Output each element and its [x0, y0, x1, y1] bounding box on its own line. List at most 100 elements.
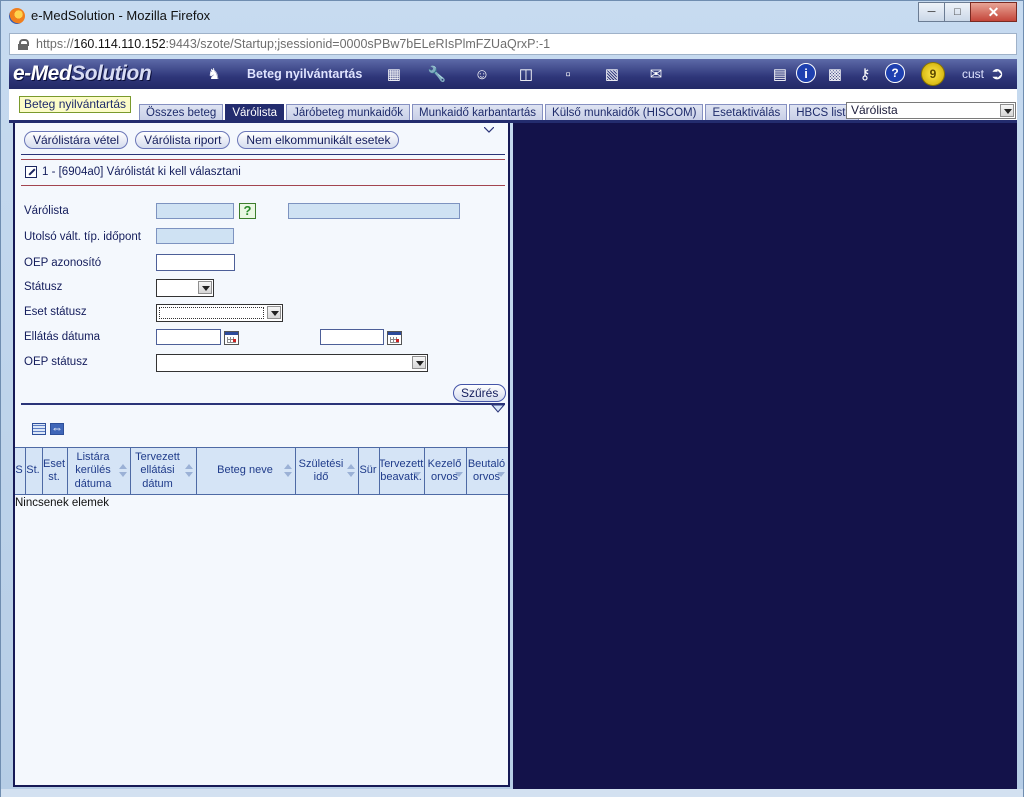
status-select[interactable]: [156, 279, 214, 297]
org-chart-icon[interactable]: ▧: [601, 63, 623, 85]
oep-status-label: OEP státusz: [24, 356, 88, 368]
view-select-value: Várólista: [851, 103, 898, 117]
divider: [21, 159, 505, 160]
case-status-label: Eset státusz: [24, 306, 87, 318]
take-onto-list-button[interactable]: Várólistára vétel: [24, 131, 129, 149]
sort-icon: [347, 464, 356, 478]
sort-icon: [284, 464, 293, 478]
door-icon[interactable]: ◫: [515, 63, 537, 85]
grid-header: S St. Eset st. Listára kerülés dátuma Te…: [15, 447, 508, 495]
expand-columns-icon[interactable]: [50, 421, 64, 435]
col-header-referring-doctor[interactable]: Beutaló orvos: [467, 448, 508, 494]
window-title: e-MedSolution - Mozilla Firefox: [31, 8, 211, 23]
varolista-name-field[interactable]: [288, 203, 460, 219]
divider: [21, 403, 505, 405]
varolista-lookup-button[interactable]: ?: [239, 203, 256, 219]
table-view-icon[interactable]: [32, 423, 46, 435]
title-bar: e-MedSolution - Mozilla Firefox ─ □ ✕: [1, 1, 1023, 31]
last-change-label: Utolsó vált. típ. időpont: [24, 231, 141, 243]
filter-button[interactable]: Szűrés: [453, 384, 507, 402]
col-header-treating-doctor[interactable]: Kezelő orvos: [425, 448, 467, 494]
window-controls: ─ □ ✕: [918, 2, 1017, 22]
help-icon[interactable]: ?: [885, 63, 905, 83]
sort-icon: [119, 464, 128, 478]
message-row: 1 - [6904a0] Várólistát ki kell választa…: [25, 166, 241, 178]
calendar-icon[interactable]: [224, 331, 239, 345]
minimize-button[interactable]: ─: [918, 2, 945, 22]
divider: [21, 185, 505, 186]
url-path: :9443/szote/Startup;jsessionid=0000sPBw7…: [165, 37, 551, 51]
tab-munkaido-karbantartas[interactable]: Munkaidő karbantartás: [412, 104, 544, 121]
maximize-button[interactable]: □: [944, 2, 971, 22]
col-header-st[interactable]: St.: [26, 448, 43, 494]
action-buttons: Várólistára vétel Várólista riport Nem e…: [24, 131, 406, 149]
logout-icon[interactable]: ➲: [986, 63, 1008, 85]
collapse-icon[interactable]: [484, 127, 494, 133]
chevron-down-icon[interactable]: [491, 404, 505, 414]
computer-icon[interactable]: ▩: [824, 63, 846, 85]
building-icon[interactable]: ▦: [383, 63, 405, 85]
view-select[interactable]: Várólista: [846, 102, 1016, 119]
wrench-icon[interactable]: 🔧: [426, 63, 448, 85]
detail-panel: [513, 123, 1017, 789]
care-date-to-field[interactable]: [320, 329, 384, 345]
list-report-button[interactable]: Várólista riport: [135, 131, 231, 149]
oep-id-label: OEP azonosító: [24, 257, 102, 269]
module-title: Beteg nyilvántartás: [19, 96, 132, 113]
col-header-list-date[interactable]: Listára kerülés dátuma: [68, 448, 131, 494]
divider: [21, 154, 505, 155]
close-button[interactable]: ✕: [970, 2, 1017, 22]
col-header-planned-date-label: Tervezett ellátási dátum: [135, 450, 180, 490]
oep-id-field[interactable]: [156, 254, 235, 271]
col-header-patient-name[interactable]: Beteg neve: [197, 448, 296, 494]
filter-panel: Várólistára vétel Várólista riport Nem e…: [13, 123, 510, 787]
col-header-planned-date[interactable]: Tervezett ellátási dátum: [131, 448, 197, 494]
url-host: 160.114.110.152: [73, 37, 166, 51]
varolista-code-field[interactable]: [156, 203, 234, 219]
col-header-list-date-label: Listára kerülés dátuma: [74, 450, 112, 490]
tab-osszes-beteg[interactable]: Összes beteg: [139, 104, 224, 121]
last-change-field[interactable]: [156, 228, 234, 244]
sort-icon: [413, 464, 422, 478]
col-header-birth-date[interactable]: Születési idő: [296, 448, 359, 494]
chevron-down-icon: [1000, 104, 1014, 117]
info-icon[interactable]: i: [796, 63, 816, 83]
col-header-birth-date-label: Születési idő: [298, 457, 344, 484]
care-date-label: Ellátás dátuma: [24, 331, 101, 343]
col-header-planned-intervention[interactable]: Tervezett beavatk.: [380, 448, 425, 494]
browser-window: e-MedSolution - Mozilla Firefox ─ □ ✕ ht…: [0, 0, 1024, 797]
varolista-label: Várólista: [24, 205, 69, 217]
pdf-icon[interactable]: ▫: [557, 63, 579, 85]
staff-icon[interactable]: ☺: [471, 63, 493, 85]
sort-icon: [455, 464, 464, 478]
care-date-from-field[interactable]: [156, 329, 221, 345]
grid-empty-message: Nincsenek elemek: [15, 497, 109, 509]
tab-kulso-munkaidok[interactable]: Külső munkaidők (HISCOM): [545, 104, 704, 121]
user-badge[interactable]: 9: [921, 62, 945, 86]
not-communicated-button[interactable]: Nem elkommunikált esetek: [237, 131, 400, 149]
chevron-down-icon: [267, 306, 281, 319]
tab-jarobeteg-munkaidok[interactable]: Járóbeteg munkaidők: [286, 104, 411, 121]
calendar-icon[interactable]: [387, 331, 402, 345]
sort-icon: [497, 464, 506, 478]
address-bar[interactable]: https:// 160.114.110.152 :9443/szote/Sta…: [9, 33, 1017, 55]
col-header-case-status[interactable]: Eset st.: [43, 448, 68, 494]
oep-status-select[interactable]: [156, 354, 428, 372]
edit-icon[interactable]: [25, 166, 37, 178]
sort-icon: [185, 464, 194, 478]
patient-icon[interactable]: ♞: [203, 63, 225, 85]
mail-icon[interactable]: ✉: [645, 63, 667, 85]
app-header: e-MedSolution ♞ Beteg nyilvántartás ▦ 🔧 …: [9, 59, 1017, 89]
key-icon[interactable]: ⚷: [854, 63, 876, 85]
message-text: 1 - [6904a0] Várólistát ki kell választa…: [42, 166, 241, 178]
chevron-down-icon: [412, 356, 426, 369]
document-icon[interactable]: ▤: [769, 63, 791, 85]
col-header-urgency[interactable]: Sür: [359, 448, 380, 494]
tab-varolista[interactable]: Várólista: [225, 104, 285, 121]
status-label: Státusz: [24, 281, 63, 293]
case-status-select[interactable]: [156, 304, 283, 322]
tab-esetaktivalas[interactable]: Esetaktiválás: [705, 104, 788, 121]
user-name: cust: [962, 67, 985, 81]
col-header-s[interactable]: S: [15, 448, 26, 494]
chevron-down-icon: [198, 281, 212, 294]
